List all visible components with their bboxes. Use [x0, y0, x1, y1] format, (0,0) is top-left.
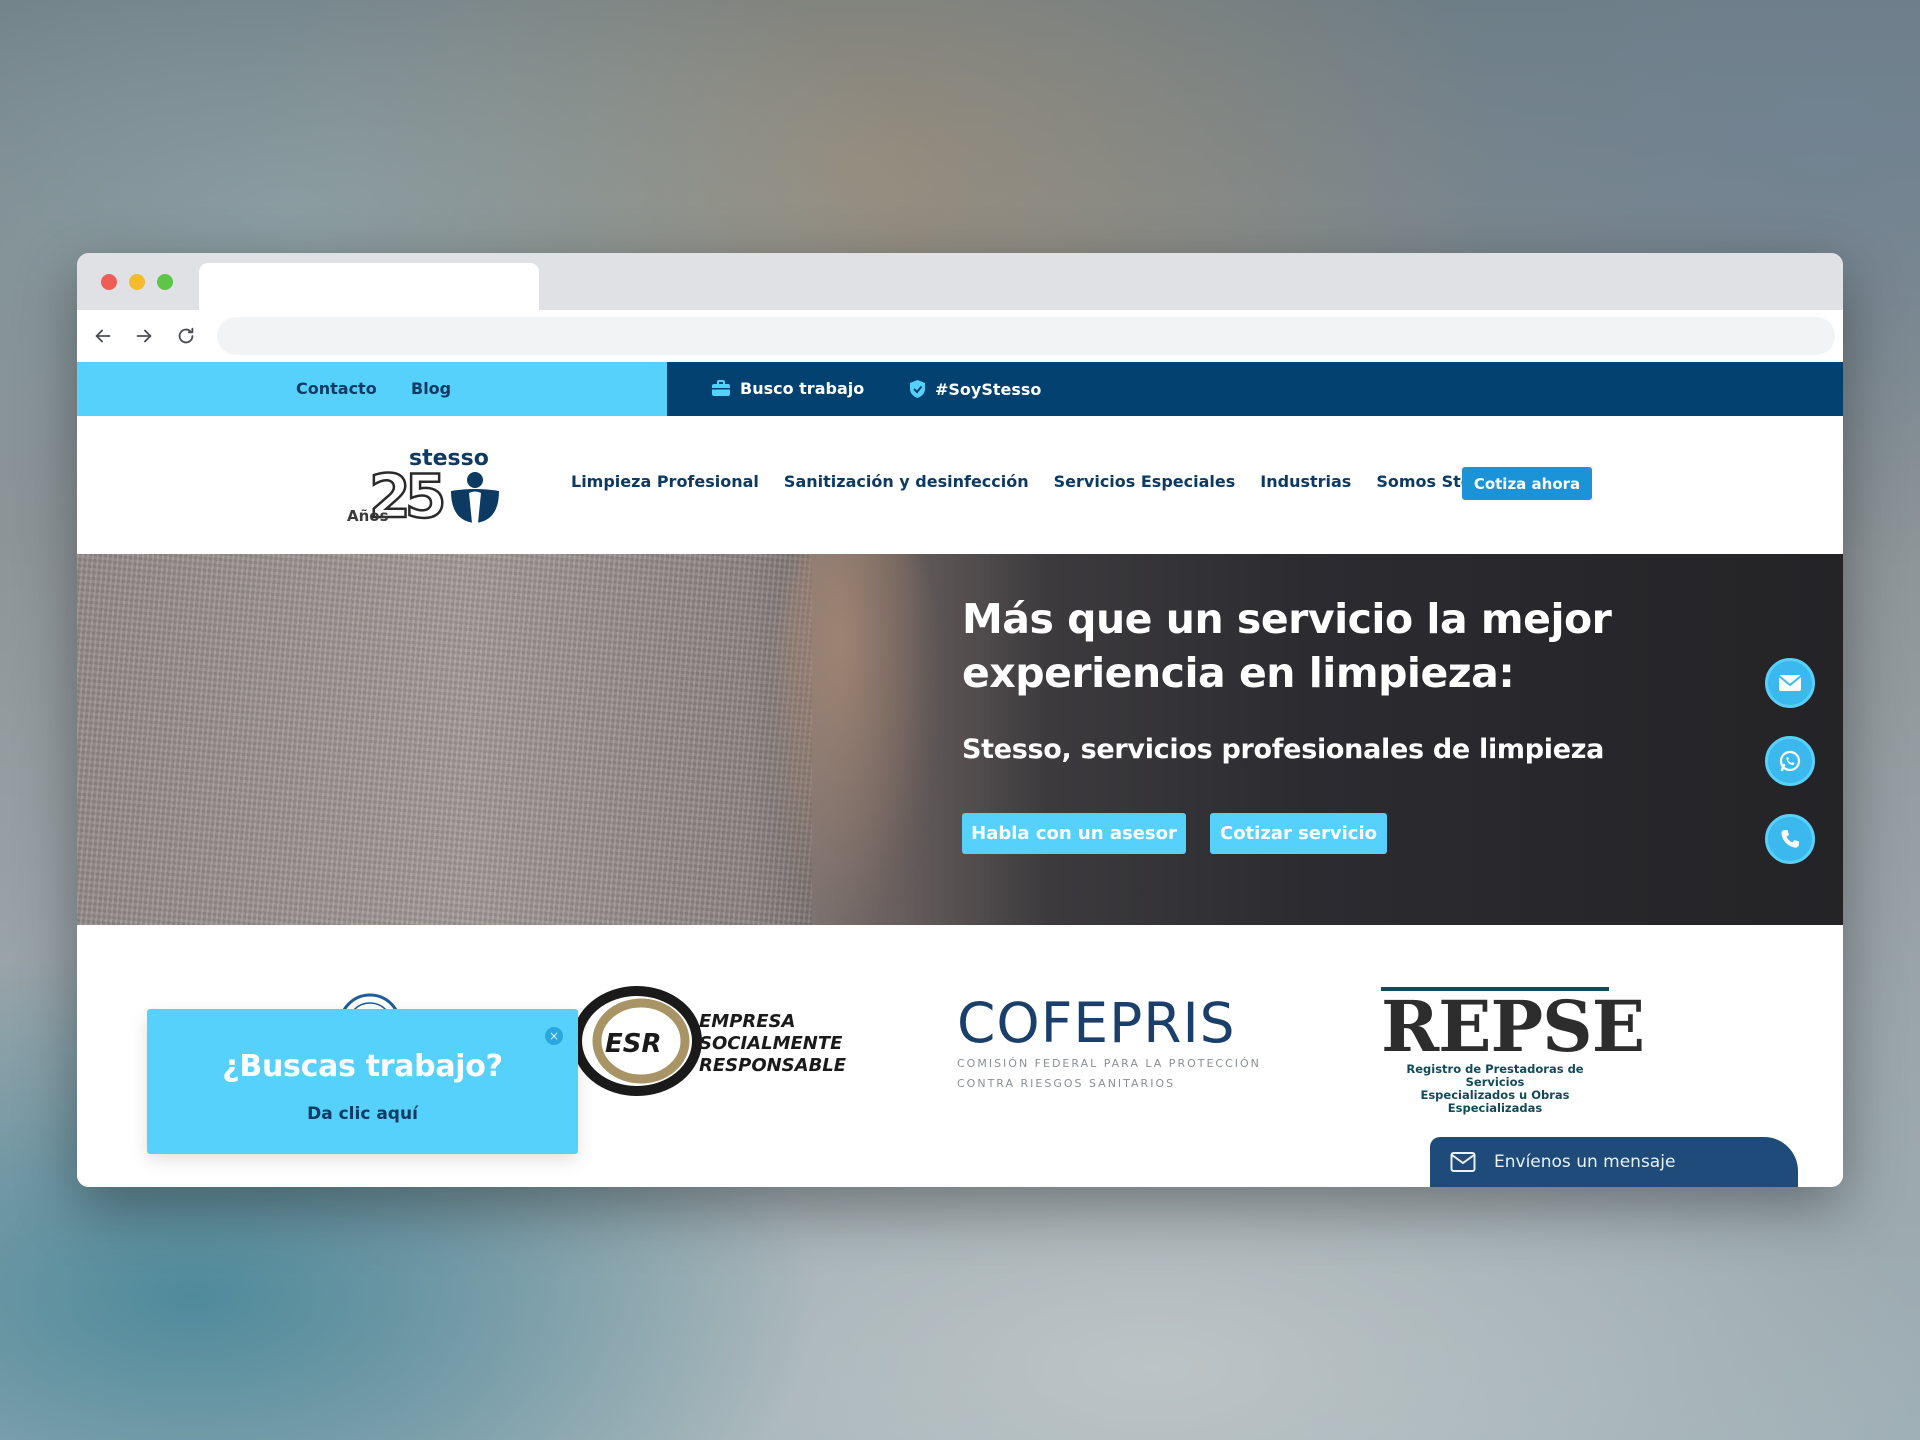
browser-toolbar [77, 310, 1843, 362]
esr-badge-text: ESR [605, 1029, 662, 1059]
contact-link[interactable]: Contacto [296, 379, 377, 398]
address-bar[interactable] [217, 317, 1835, 355]
reload-icon[interactable] [172, 322, 200, 350]
stesso-25-years-logo[interactable]: stesso 25 Años [347, 443, 505, 527]
contact-label: Contacto [296, 379, 377, 398]
envelope-icon [1778, 675, 1802, 691]
repse-name: REPSE [1381, 985, 1645, 1068]
back-arrow-icon[interactable] [89, 322, 117, 350]
cotiza-ahora-button[interactable]: Cotiza ahora [1462, 467, 1592, 500]
top-utility-bar-right: Busco trabajo #SoyStesso [667, 362, 1843, 416]
nav-servicios-especiales[interactable]: Servicios Especiales [1054, 472, 1236, 491]
briefcase-icon [712, 380, 730, 396]
whatsapp-icon [1779, 750, 1801, 772]
esr-line-1: EMPRESA [699, 1011, 795, 1032]
repse-line-1: Registro de Prestadoras de Servicios [1406, 1062, 1584, 1089]
job-search-link[interactable]: Busco trabajo [711, 379, 864, 398]
browser-window: Contacto Blog Busco trabajo #SoyStesso s… [77, 253, 1843, 1187]
maximize-window-button[interactable] [157, 274, 173, 290]
job-search-label: Busco trabajo [740, 379, 865, 398]
hero-background-figure [777, 554, 937, 925]
esr-line-3: RESPONSABLE [699, 1055, 847, 1076]
cofepris-line-2: CONTRA RIESGOS SANITARIOS [957, 1077, 1176, 1090]
phone-contact-button[interactable] [1765, 814, 1815, 864]
send-message-bar[interactable]: Envíenos un mensaje [1430, 1137, 1798, 1187]
popup-close-icon[interactable]: × [545, 1027, 563, 1045]
email-contact-button[interactable] [1765, 658, 1815, 708]
quote-service-button[interactable]: Cotizar servicio [1210, 813, 1387, 854]
repse-logo: REPSE Registro de Prestadoras de Servici… [1381, 985, 1645, 1115]
browser-tab-active[interactable] [199, 263, 539, 310]
cofepris-name: COFEPRIS [957, 991, 1236, 1055]
esr-line-2: SOCIALMENTE [699, 1033, 843, 1054]
repse-line-2: Especializados u Obras Especializadas [1420, 1088, 1570, 1115]
nav-limpieza-profesional[interactable]: Limpieza Profesional [571, 472, 759, 491]
blog-link[interactable]: Blog [411, 379, 451, 398]
nav-sanitizacion[interactable]: Sanitización y desinfección [784, 472, 1029, 491]
main-navigation: Limpieza Profesional Sanitización y desi… [571, 472, 1527, 491]
web-page: Contacto Blog Busco trabajo #SoyStesso s… [77, 362, 1843, 1187]
top-utility-bar-left: Contacto Blog [77, 362, 667, 416]
site-header: stesso 25 Años Limpieza Profesional Sani… [77, 416, 1843, 554]
soy-stesso-link[interactable]: #SoyStesso [909, 379, 1041, 399]
send-message-label: Envíenos un mensaje [1494, 1152, 1676, 1172]
shield-icon [910, 380, 925, 398]
soy-stesso-label: #SoyStesso [935, 379, 1042, 399]
minimize-window-button[interactable] [129, 274, 145, 290]
whatsapp-contact-button[interactable] [1765, 736, 1815, 786]
hero-section: Más que un servicio la mejor experiencia… [77, 554, 1843, 925]
blog-label: Blog [411, 379, 452, 398]
hero-title: Más que un servicio la mejor experiencia… [962, 595, 1612, 697]
job-search-popup[interactable]: × ¿Buscas trabajo? Da clic aquí [147, 1009, 578, 1154]
phone-icon [1781, 830, 1799, 848]
forward-arrow-icon[interactable] [130, 322, 158, 350]
top-utility-bar: Contacto Blog Busco trabajo #SoyStesso [77, 362, 1843, 416]
cofepris-logo: COFEPRIS COMISIÓN FEDERAL PARA LA PROTEC… [957, 995, 1261, 1091]
cofepris-line-1: COMISIÓN FEDERAL PARA LA PROTECCIÓN [957, 1057, 1261, 1070]
envelope-icon [1450, 1152, 1476, 1172]
logo-years-word: Años [347, 507, 389, 525]
popup-subtitle[interactable]: Da clic aquí [147, 1104, 578, 1124]
popup-title: ¿Buscas trabajo? [222, 1049, 503, 1084]
hero-subtitle: Stesso, servicios profesionales de limpi… [962, 734, 1605, 765]
hero-background-texture [77, 554, 812, 925]
esr-logo: ESR EMPRESA SOCIALMENTE RESPONSABLE [575, 986, 847, 1096]
close-window-button[interactable] [101, 274, 117, 290]
browser-tab-bar [77, 253, 1843, 310]
talk-to-advisor-button[interactable]: Habla con un asesor [962, 813, 1186, 854]
nav-industrias[interactable]: Industrias [1260, 472, 1351, 491]
